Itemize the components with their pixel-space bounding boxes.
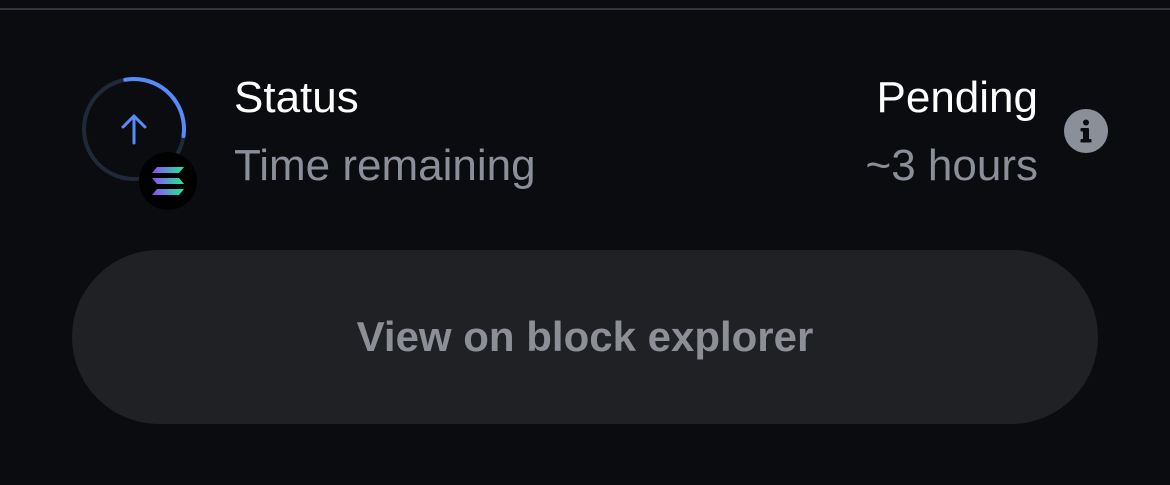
view-block-explorer-button[interactable]: View on block explorer: [72, 250, 1098, 424]
view-block-explorer-label: View on block explorer: [356, 313, 814, 360]
status-label: Status: [234, 73, 359, 122]
transaction-progress-indicator: [80, 75, 200, 210]
transaction-status-row: Status Time remaining Pending ~3 hours: [0, 60, 1170, 210]
time-remaining-label: Time remaining: [234, 141, 536, 190]
arrow-up-icon: [121, 114, 147, 145]
solana-icon: [152, 167, 184, 195]
time-remaining-value: ~3 hours: [865, 141, 1038, 190]
solana-network-badge: [139, 152, 197, 210]
top-divider: [0, 0, 1170, 10]
status-value: Pending: [876, 73, 1038, 122]
info-icon[interactable]: [1064, 109, 1108, 153]
